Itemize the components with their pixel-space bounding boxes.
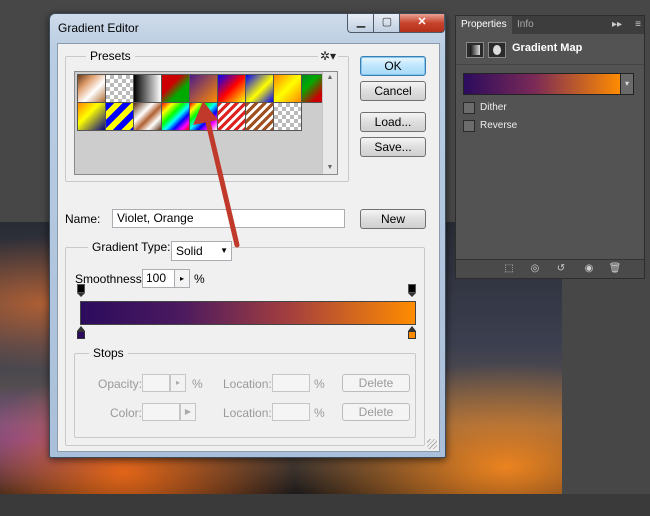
gear-icon[interactable]: ✲▾ xyxy=(318,49,339,63)
color-stop-right[interactable] xyxy=(408,326,416,340)
color-location-unit: % xyxy=(314,406,325,420)
visibility-eye-icon[interactable]: ◉ xyxy=(582,263,596,275)
resize-grip[interactable] xyxy=(427,439,437,449)
preset-swatch[interactable] xyxy=(189,102,218,131)
save-button[interactable]: Save... xyxy=(360,137,426,157)
dither-label: Dither xyxy=(480,102,507,113)
color-delete-button[interactable]: Delete xyxy=(342,403,410,421)
gradient-editor-dialog: Gradient Editor ▁ ▢ ✕ Presets ✲▾ ▲ ▼ OK … xyxy=(49,13,446,458)
preset-swatch[interactable] xyxy=(217,102,246,131)
smoothness-unit: % xyxy=(194,272,205,286)
view-previous-icon[interactable]: ◎ xyxy=(528,263,542,275)
new-button[interactable]: New xyxy=(360,209,426,229)
preset-swatch[interactable] xyxy=(105,102,134,131)
opacity-label: Opacity: xyxy=(98,377,143,391)
presets-group: Presets ✲▾ ▲ ▼ xyxy=(65,49,349,182)
reverse-label: Reverse xyxy=(480,120,518,131)
color-swatch[interactable] xyxy=(142,403,180,421)
properties-header: Gradient Map xyxy=(456,34,644,65)
preset-swatch[interactable] xyxy=(161,74,190,103)
color-label: Color: xyxy=(110,406,143,420)
reverse-checkbox[interactable] xyxy=(463,120,475,132)
opacity-stop-left[interactable] xyxy=(77,284,85,297)
ok-button[interactable]: OK xyxy=(360,56,426,76)
gradient-type-label: Gradient Type: xyxy=(88,240,175,254)
preset-area: ▲ ▼ xyxy=(74,71,338,175)
properties-panel: Properties Info ▸▸ ≡ Gradient Map ▾ Dith… xyxy=(455,15,645,279)
dialog-body: Presets ✲▾ ▲ ▼ OK Cancel Load... Save...… xyxy=(57,43,440,452)
opacity-delete-button[interactable]: Delete xyxy=(342,374,410,392)
stops-group: Stops xyxy=(74,346,416,438)
opacity-input[interactable] xyxy=(142,374,170,392)
cancel-button[interactable]: Cancel xyxy=(360,81,426,101)
preset-swatch[interactable] xyxy=(161,102,190,131)
preset-swatch[interactable] xyxy=(273,102,302,131)
properties-tabs: Properties Info ▸▸ ≡ xyxy=(456,16,644,34)
opacity-stop-right[interactable] xyxy=(408,284,416,297)
color-stop-left[interactable] xyxy=(77,326,85,340)
smoothness-label: Smoothness: xyxy=(75,272,146,286)
properties-title: Gradient Map xyxy=(512,42,583,54)
opacity-location-input[interactable] xyxy=(272,374,310,392)
preset-swatch[interactable] xyxy=(273,74,302,103)
preset-swatch[interactable] xyxy=(217,74,246,103)
preset-scrollbar[interactable]: ▲ ▼ xyxy=(322,72,337,174)
preset-swatch[interactable] xyxy=(133,74,162,103)
scroll-down-icon[interactable]: ▼ xyxy=(323,162,337,174)
canvas-bottom-area xyxy=(0,494,650,516)
load-button[interactable]: Load... xyxy=(360,112,426,132)
stops-label: Stops xyxy=(89,346,128,360)
mask-icon[interactable] xyxy=(488,42,506,58)
gradient-type-select[interactable]: Solid ▼ xyxy=(171,241,232,261)
name-input[interactable]: Violet, Orange xyxy=(112,209,345,228)
name-label: Name: xyxy=(65,212,101,226)
close-button[interactable]: ✕ xyxy=(399,14,445,33)
presets-label: Presets xyxy=(86,49,135,63)
panel-menu-icon[interactable]: ≡ xyxy=(635,16,641,34)
color-location-input[interactable] xyxy=(272,403,310,421)
chevron-down-icon: ▼ xyxy=(220,246,228,255)
preset-swatch[interactable] xyxy=(245,102,274,131)
gradient-map-dropdown-icon[interactable]: ▾ xyxy=(620,73,634,95)
preset-swatch[interactable] xyxy=(133,102,162,131)
trash-icon[interactable]: 🗑 xyxy=(608,263,622,275)
smoothness-input[interactable]: 100 xyxy=(142,269,175,288)
smoothness-dropdown-icon[interactable]: ▸ xyxy=(174,269,190,288)
opacity-location-unit: % xyxy=(314,377,325,391)
tab-info[interactable]: Info xyxy=(512,16,539,34)
dialog-title: Gradient Editor xyxy=(58,21,139,35)
preset-swatch[interactable] xyxy=(77,102,106,131)
gradient-type-value: Solid xyxy=(176,244,203,258)
preset-swatch[interactable] xyxy=(189,74,218,103)
opacity-location-label: Location: xyxy=(223,377,272,391)
preset-swatch[interactable] xyxy=(77,74,106,103)
preset-swatch[interactable] xyxy=(245,74,274,103)
preset-swatch[interactable] xyxy=(105,74,134,103)
tab-properties[interactable]: Properties xyxy=(456,16,512,34)
opacity-spin-icon[interactable]: ▸ xyxy=(170,374,186,392)
reset-icon[interactable]: ↺ xyxy=(554,263,568,275)
scroll-up-icon[interactable]: ▲ xyxy=(323,72,337,84)
gradient-bar[interactable] xyxy=(80,301,416,325)
properties-footer: ⬚ ◎ ↺ ◉ 🗑 xyxy=(456,259,644,278)
color-location-label: Location: xyxy=(223,406,272,420)
gradient-map-preview[interactable] xyxy=(463,73,621,95)
collapse-icon[interactable]: ▸▸ xyxy=(612,16,622,34)
adjustment-icon[interactable] xyxy=(466,42,484,58)
dither-checkbox[interactable] xyxy=(463,102,475,114)
minimize-button[interactable]: ▁ xyxy=(347,14,375,33)
opacity-unit: % xyxy=(192,377,203,391)
maximize-button[interactable]: ▢ xyxy=(373,14,401,33)
clip-to-layer-icon[interactable]: ⬚ xyxy=(502,263,516,275)
color-picker-icon[interactable]: ▶ xyxy=(180,403,196,421)
